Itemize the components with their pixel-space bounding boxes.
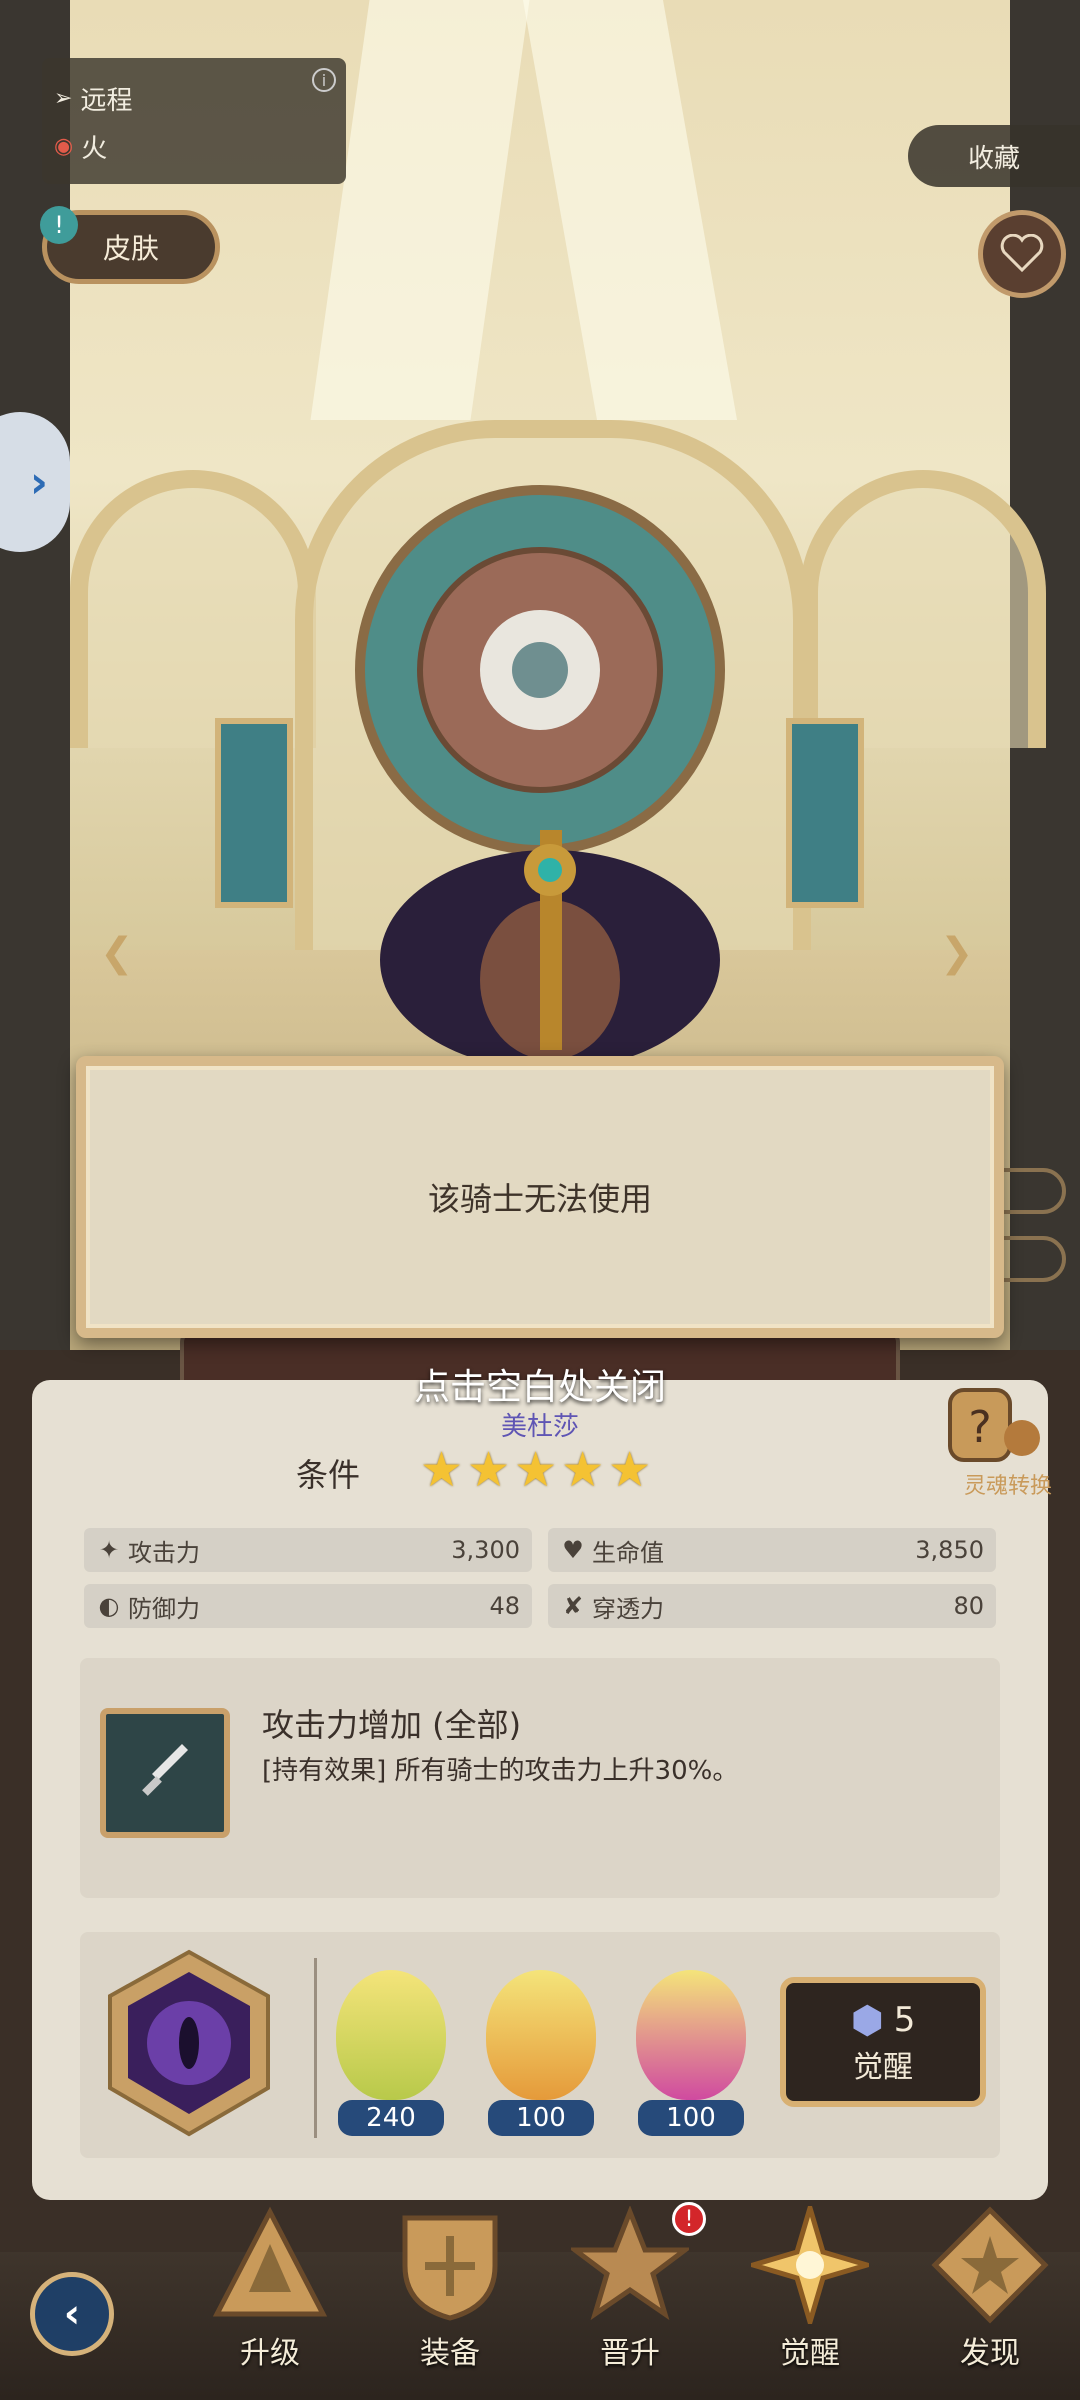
- crystal-icon: ⬢: [850, 1998, 884, 2042]
- hero-portrait-icon: [486, 1970, 596, 2100]
- back-button[interactable]: ‹: [30, 2272, 114, 2356]
- range-label: 远程: [80, 86, 133, 116]
- info-icon[interactable]: i: [312, 68, 336, 92]
- heart-icon: [1000, 234, 1044, 273]
- condition-label: 条件: [296, 1456, 361, 1494]
- dagger-icon: [142, 1744, 188, 1796]
- bow-icon: ➢: [54, 86, 73, 111]
- light-beam: [522, 0, 738, 420]
- star-icon: ★: [467, 1442, 511, 1498]
- nav-label: 发现: [960, 2336, 1020, 2371]
- holding-effect-box: 攻击力增加 (全部) [持有效果] 所有骑士的攻击力上升30%。: [80, 1658, 1000, 1898]
- nav-label: 觉醒: [780, 2336, 840, 2371]
- element-label: 火: [81, 134, 108, 164]
- awaken-button-label: 觉醒: [853, 2050, 913, 2085]
- medusa-character-sprite: [380, 830, 720, 1060]
- dialog-message: 该骑士无法使用: [427, 1180, 652, 1218]
- star-icon: ★: [514, 1442, 558, 1498]
- hero-portrait-icon: [636, 1970, 746, 2100]
- material-count: 100: [638, 2100, 744, 2136]
- divider: [314, 1958, 317, 2138]
- pierce-icon: ✘: [562, 1592, 584, 1620]
- awaken-star-icon: [751, 2206, 869, 2324]
- material-orange-hero[interactable]: [486, 1970, 596, 2120]
- heart-icon: ♥: [562, 1536, 584, 1564]
- fire-element-icon: ◉: [54, 134, 74, 159]
- skill-icon[interactable]: [100, 1708, 230, 1838]
- awaken-emblem-icon: [108, 1949, 270, 2137]
- promote-star-icon: [571, 2206, 689, 2321]
- bottom-nav: [0, 2252, 1080, 2400]
- discover-icon: [931, 2206, 1049, 2324]
- stat-penetration: ✘ 穿透力 80: [548, 1584, 996, 1628]
- nav-discover[interactable]: 发现: [920, 2206, 1060, 2396]
- side-panel-toggle[interactable]: ›: [0, 412, 70, 552]
- star-icon: ★: [608, 1442, 652, 1498]
- trait-info-box[interactable]: ➢ 远程 ◉ 火 i: [42, 58, 346, 184]
- nav-label: 升级: [240, 2336, 300, 2371]
- nav-label: 装备: [420, 2336, 480, 2371]
- nav-label: 晋升: [600, 2336, 660, 2371]
- star-icon: ★: [561, 1442, 605, 1498]
- left-wall: [0, 0, 70, 1360]
- collect-button[interactable]: 收藏: [908, 125, 1080, 187]
- awaken-button[interactable]: ⬢ 5 觉醒: [780, 1977, 986, 2107]
- skill-description: [持有效果] 所有骑士的攻击力上升30%。: [262, 1756, 739, 1786]
- left-banner: [215, 718, 293, 908]
- side-tab[interactable]: [1000, 1236, 1066, 1282]
- stat-hp: ♥ 生命值 3,850: [548, 1528, 996, 1572]
- side-tab[interactable]: [1000, 1168, 1066, 1214]
- alert-icon: !: [40, 206, 78, 244]
- shield-icon: [402, 2215, 498, 2321]
- right-banner: [786, 718, 864, 908]
- material-count: 240: [338, 2100, 444, 2136]
- chevron-left-icon: ‹: [63, 2291, 81, 2337]
- stat-attack: ✦ 攻击力 3,300: [84, 1528, 532, 1572]
- left-arch: [70, 470, 316, 748]
- nav-equipment[interactable]: 装备: [380, 2206, 520, 2396]
- range-tag: ➢ 远程: [54, 80, 132, 117]
- skill-title: 攻击力增加 (全部): [262, 1706, 522, 1744]
- favorite-button[interactable]: [978, 210, 1066, 298]
- nav-upgrade[interactable]: 升级: [200, 2206, 340, 2396]
- soul-convert-label: 灵魂转换: [963, 1474, 1052, 1499]
- next-hero-arrow-icon[interactable]: ❯: [940, 930, 974, 976]
- right-arch: [800, 470, 1046, 748]
- material-medusa[interactable]: [336, 1970, 446, 2120]
- nav-awaken[interactable]: 觉醒: [740, 2206, 880, 2396]
- stat-defense: ◐ 防御力 48: [84, 1584, 532, 1628]
- hero-name: 美杜莎: [500, 1412, 579, 1442]
- prev-hero-arrow-icon[interactable]: ❮: [100, 930, 134, 976]
- shield-icon: ◐: [98, 1592, 120, 1620]
- material-count: 100: [488, 2100, 594, 2136]
- medusa-portrait-icon: [336, 1970, 446, 2100]
- notification-badge: !: [672, 2202, 706, 2236]
- skin-label: 皮肤: [102, 232, 159, 265]
- element-tag: ◉ 火: [54, 128, 107, 165]
- sword-icon: ✦: [98, 1536, 120, 1564]
- collect-label: 收藏: [967, 143, 1020, 174]
- awaken-box: 240 100 100 ⬢ 5 觉醒: [80, 1932, 1000, 2158]
- awaken-cost: 5: [893, 2000, 916, 2040]
- star-icon: ★: [420, 1442, 464, 1498]
- material-pink-hero[interactable]: [636, 1970, 746, 2120]
- unavailable-dialog: 该骑士无法使用: [76, 1056, 1004, 1338]
- nav-promote[interactable]: 晋升: [560, 2206, 700, 2396]
- upgrade-icon: [212, 2206, 328, 2317]
- close-hint[interactable]: 点击空白处关闭: [0, 1358, 1080, 1410]
- star-rating: ★ ★ ★ ★ ★: [420, 1446, 651, 1494]
- chevron-right-icon: ›: [29, 456, 48, 508]
